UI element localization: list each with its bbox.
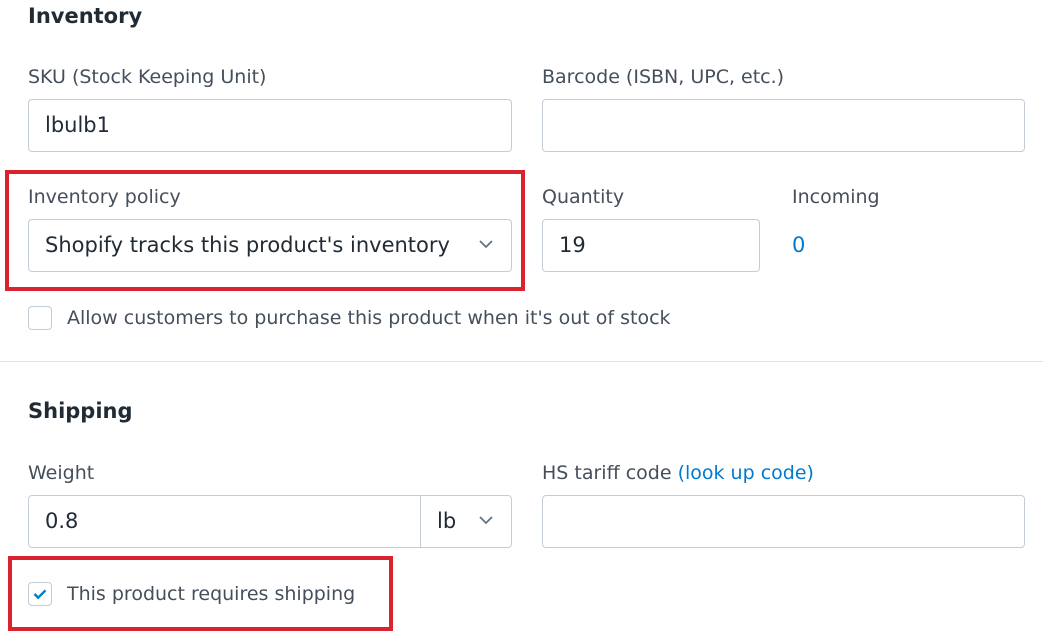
hs-tariff-input[interactable] bbox=[542, 495, 1025, 548]
barcode-input[interactable] bbox=[542, 99, 1025, 152]
oversell-label: Allow customers to purchase this product… bbox=[67, 307, 671, 329]
shipping-heading: Shipping bbox=[28, 399, 133, 423]
checkmark-icon bbox=[33, 589, 47, 600]
weight-input[interactable]: 0.8 bbox=[28, 495, 421, 548]
oversell-checkbox[interactable] bbox=[28, 306, 52, 330]
look-up-code-link[interactable]: (look up code) bbox=[678, 462, 814, 484]
chevron-down-icon bbox=[479, 516, 493, 525]
hs-tariff-label: HS tariff code bbox=[542, 462, 672, 484]
incoming-value-link[interactable]: 0 bbox=[792, 233, 805, 257]
weight-label: Weight bbox=[28, 462, 95, 484]
sku-input[interactable]: lbulb1 bbox=[28, 99, 512, 152]
hs-tariff-label-row: HS tariff code (look up code) bbox=[542, 461, 814, 485]
requires-shipping-label: This product requires shipping bbox=[67, 583, 356, 605]
sku-label: SKU (Stock Keeping Unit) bbox=[28, 66, 267, 88]
inventory-policy-select[interactable]: Shopify tracks this product's inventory bbox=[28, 219, 512, 272]
inventory-heading: Inventory bbox=[28, 4, 143, 28]
weight-unit-select[interactable]: lb bbox=[420, 495, 512, 548]
inventory-policy-value: Shopify tracks this product's inventory bbox=[45, 233, 450, 257]
weight-unit-value: lb bbox=[437, 509, 457, 533]
quantity-input[interactable]: 19 bbox=[542, 219, 760, 272]
inventory-policy-label: Inventory policy bbox=[28, 186, 181, 208]
barcode-label: Barcode (ISBN, UPC, etc.) bbox=[542, 66, 785, 88]
section-divider bbox=[0, 361, 1043, 362]
requires-shipping-checkbox[interactable] bbox=[28, 582, 52, 606]
incoming-label: Incoming bbox=[792, 186, 880, 208]
chevron-down-icon bbox=[479, 240, 493, 249]
quantity-label: Quantity bbox=[542, 186, 625, 208]
